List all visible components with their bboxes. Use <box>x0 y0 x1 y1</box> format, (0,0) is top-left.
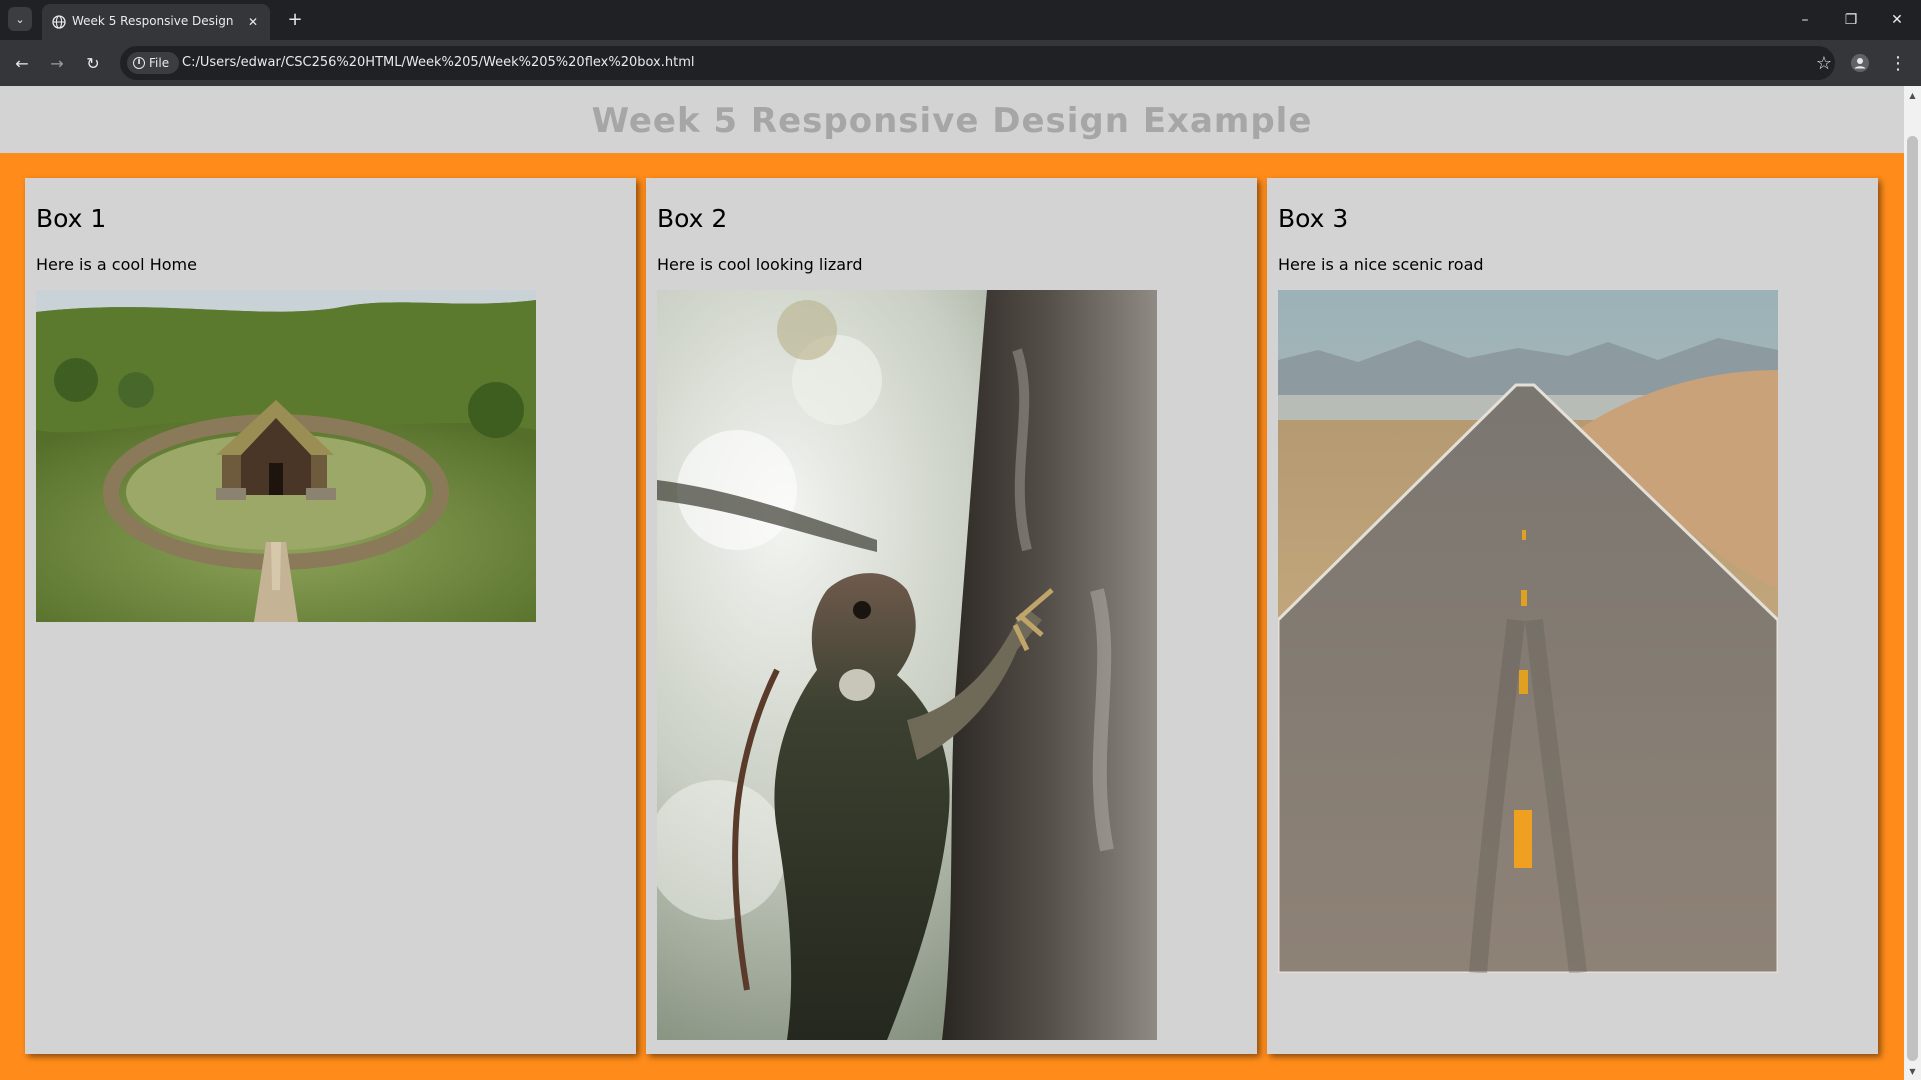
page-scrollbar[interactable]: ▲ ▼ <box>1904 86 1921 1080</box>
url-text[interactable]: C:/Users/edwar/CSC256%20HTML/Week%205/We… <box>182 55 695 70</box>
close-window-icon[interactable]: ✕ <box>1882 8 1912 32</box>
browser-tab-strip: ⌄ Week 5 Responsive Design ✕ + – ❐ ✕ <box>0 0 1921 40</box>
box-3: Box 3 Here is a nice scenic road <box>1267 178 1878 1054</box>
browser-tab[interactable]: Week 5 Responsive Design ✕ <box>42 4 270 40</box>
kebab-menu-icon[interactable]: ⋮ <box>1886 51 1910 75</box>
info-icon: i <box>133 57 145 69</box>
back-arrow-icon[interactable]: ← <box>10 51 34 75</box>
box-2-caption: Here is cool looking lizard <box>657 255 863 274</box>
globe-icon <box>52 15 66 29</box>
site-info-label: File <box>149 56 170 70</box>
turf-house-photo <box>36 290 536 622</box>
new-tab-icon[interactable]: + <box>283 7 307 31</box>
iguana-photo <box>657 290 1157 1040</box>
page-viewport: Week 5 Responsive Design Example Box 1 H… <box>0 86 1904 1080</box>
close-tab-icon[interactable]: ✕ <box>244 13 262 31</box>
address-bar[interactable]: i File C:/Users/edwar/CSC256%20HTML/Week… <box>120 46 1835 80</box>
site-info-chip[interactable]: i File <box>127 52 179 74</box>
box-1-caption: Here is a cool Home <box>36 255 197 274</box>
box-1: Box 1 Here is a cool Home <box>25 178 636 1054</box>
scroll-up-arrow-icon[interactable]: ▲ <box>1904 88 1921 102</box>
scroll-down-arrow-icon[interactable]: ▼ <box>1904 1064 1921 1078</box>
box-2: Box 2 Here is cool looking lizard <box>646 178 1257 1054</box>
flex-container: Box 1 Here is a cool Home Box 2 Here is … <box>0 153 1904 1080</box>
minimize-window-icon[interactable]: – <box>1790 8 1820 32</box>
scrollbar-thumb[interactable] <box>1907 136 1918 1061</box>
page-heading: Week 5 Responsive Design Example <box>591 100 1313 141</box>
forward-arrow-icon[interactable]: → <box>45 51 69 75</box>
tab-title: Week 5 Responsive Design <box>72 14 234 28</box>
browser-toolbar: ← → ↻ i File C:/Users/edwar/CSC256%20HTM… <box>0 40 1921 86</box>
box-3-title: Box 3 <box>1278 204 1349 233</box>
profile-avatar-icon[interactable] <box>1848 51 1872 75</box>
box-1-title: Box 1 <box>36 204 107 233</box>
box-3-caption: Here is a nice scenic road <box>1278 255 1484 274</box>
bookmark-star-icon[interactable]: ☆ <box>1812 50 1836 76</box>
reload-icon[interactable]: ↻ <box>81 51 105 75</box>
tab-search-chevron-icon[interactable]: ⌄ <box>8 7 32 31</box>
box-2-title: Box 2 <box>657 204 728 233</box>
restore-window-icon[interactable]: ❐ <box>1836 8 1866 32</box>
desert-road-photo <box>1278 290 1778 973</box>
